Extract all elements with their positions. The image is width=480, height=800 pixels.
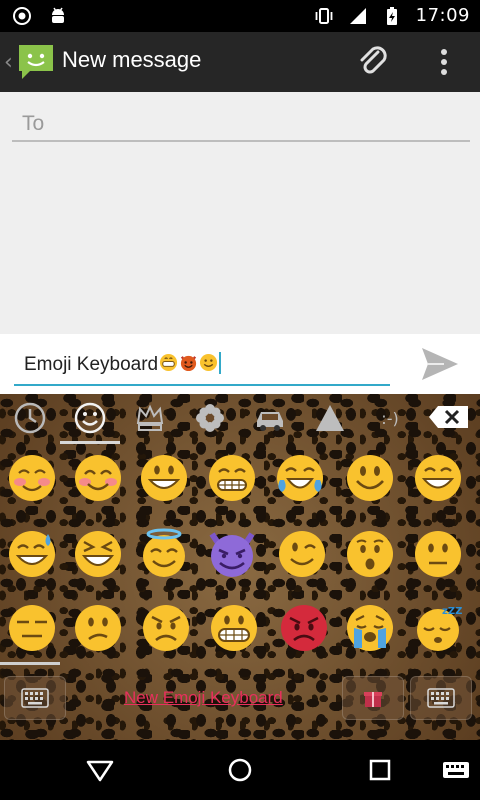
page-indicator <box>0 662 60 665</box>
back-icon[interactable] <box>84 754 116 786</box>
emoji-keyboard: :-) zZZ New Emoji Keyboard <box>0 394 480 740</box>
neutral-face-icon[interactable] <box>412 528 464 580</box>
laughing-face-icon[interactable] <box>72 528 124 580</box>
status-time: 17:09 <box>415 5 470 26</box>
svg-text:zZZ: zZZ <box>442 606 462 617</box>
crying-face-icon[interactable] <box>344 602 396 654</box>
recipient-placeholder: To <box>22 112 45 135</box>
gift-icon[interactable] <box>342 676 404 720</box>
paperclip-icon[interactable] <box>356 44 392 80</box>
halo-face-icon[interactable] <box>138 528 190 580</box>
message-row: Emoji Keyboard <box>0 334 480 394</box>
keyboard-icon[interactable] <box>410 676 472 720</box>
joy-face-icon[interactable] <box>274 452 326 504</box>
confused-face-icon[interactable] <box>72 602 124 654</box>
emoji-grid: zZZ <box>0 446 480 664</box>
emoticon-icon[interactable]: :-) <box>360 394 420 442</box>
recent-icon[interactable] <box>0 394 60 442</box>
car-icon[interactable] <box>240 394 300 442</box>
smiley-face-icon[interactable] <box>344 452 396 504</box>
messaging-app-icon[interactable] <box>16 41 56 81</box>
message-emojis <box>159 353 218 372</box>
grimacing-face-icon[interactable] <box>206 452 258 504</box>
flower-icon[interactable] <box>180 394 240 442</box>
message-input[interactable]: Emoji Keyboard <box>14 346 390 386</box>
recipient-field[interactable]: To <box>12 110 470 142</box>
rage-face-icon[interactable] <box>278 602 330 654</box>
text-caret <box>219 352 222 374</box>
page-title: New message <box>62 47 202 72</box>
android-icon <box>48 6 68 26</box>
vibrate-icon <box>314 6 334 26</box>
crown-icon[interactable] <box>120 394 180 442</box>
svg-text::-): :-) <box>381 409 398 428</box>
grimacing-teeth-face-icon[interactable] <box>208 602 260 654</box>
keyboard-bottom-row: New Emoji Keyboard <box>0 668 480 740</box>
home-icon[interactable] <box>224 754 256 786</box>
status-bar: 17:09 <box>0 0 480 32</box>
message-text: Emoji Keyboard <box>24 354 159 375</box>
angry-face-icon[interactable] <box>140 602 192 654</box>
category-bar: :-) <box>0 394 480 444</box>
expressionless-face-icon[interactable] <box>6 602 58 654</box>
grinning-face-icon <box>159 353 178 372</box>
back-chevron-icon[interactable]: ‹ <box>4 50 13 75</box>
backspace-icon[interactable] <box>428 404 470 430</box>
smiling-imp-face-icon[interactable] <box>206 528 258 580</box>
grinning-face-icon[interactable] <box>138 452 190 504</box>
navigation-bar <box>0 740 480 800</box>
smiling-devil-icon <box>179 353 198 372</box>
keyboard-status-icon[interactable] <box>440 754 472 786</box>
triangle-icon[interactable] <box>300 394 360 442</box>
winking-face-icon[interactable] <box>276 528 328 580</box>
camera-icon <box>12 6 32 26</box>
hushed-face-icon[interactable] <box>344 528 396 580</box>
signal-icon <box>348 6 368 26</box>
message-text-wrap: Emoji Keyboard <box>24 352 222 376</box>
promo-link[interactable]: New Emoji Keyboard <box>124 688 283 708</box>
smiling-face-icon <box>199 353 218 372</box>
send-icon[interactable] <box>420 346 460 382</box>
blushing-face-icon[interactable] <box>72 452 124 504</box>
battery-charging-icon <box>382 6 402 26</box>
smiley-icon[interactable] <box>60 394 120 444</box>
relaxed-face-icon[interactable] <box>6 452 58 504</box>
overflow-menu-icon[interactable] <box>432 46 456 78</box>
action-bar: ‹ New message <box>0 32 480 92</box>
keyboard-switch-icon[interactable] <box>4 676 66 720</box>
recents-icon[interactable] <box>364 754 396 786</box>
big-grin-face-icon[interactable] <box>412 452 464 504</box>
sweat-smile-face-icon[interactable] <box>6 528 58 580</box>
compose-area: To <box>0 92 480 334</box>
sleeping-face-icon[interactable]: zZZ <box>412 602 464 654</box>
